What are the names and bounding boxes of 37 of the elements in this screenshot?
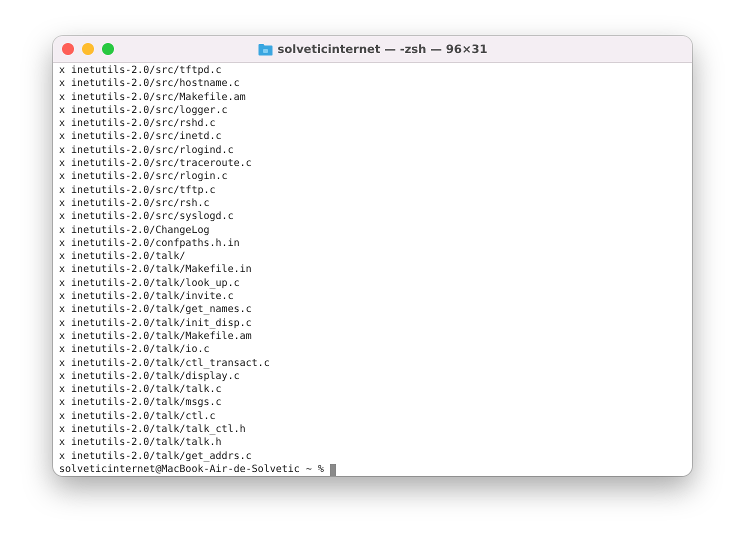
shell-prompt: solveticinternet@MacBook-Air-de-Solvetic ~ % [59,462,324,476]
output-line: x inetutils-2.0/confpaths.h.in [59,236,241,250]
output-line: x inetutils-2.0/talk/Makefile.am [59,330,253,344]
output-line: x inetutils-2.0/src/inetd.c [59,130,223,144]
output-line: x inetutils-2.0/talk/ctl.c [59,410,217,424]
output-line: x inetutils-2.0/talk/invite.c [59,290,235,304]
output-line: x inetutils-2.0/talk/ctl_transact.c [59,356,271,370]
output-line: x inetutils-2.0/src/rsh.c [59,196,211,210]
output-line: x inetutils-2.0/src/hostname.c [59,77,241,91]
output-line: x inetutils-2.0/src/rshd.c [59,117,217,130]
output-line: x inetutils-2.0/talk/init_disp.c [59,316,253,330]
output-line: x inetutils-2.0/talk/look_up.c [59,276,241,290]
output-line: x inetutils-2.0/talk/get_names.c [59,303,253,317]
output-line: x inetutils-2.0/talk/Makefile.in [59,263,253,277]
output-line: x inetutils-2.0/src/Makefile.am [59,90,247,104]
output-line: x inetutils-2.0/talk/talk_ctl.h [59,423,247,436]
window-control-button[interactable] [62,43,74,55]
folder-icon [258,42,272,56]
output-line: x inetutils-2.0/talk/ [59,250,186,264]
window-control-button[interactable] [102,43,114,55]
output-line: x inetutils-2.0/talk/talk.c [59,383,223,396]
output-line: x inetutils-2.0/talk/io.c [59,343,211,357]
output-line: x inetutils-2.0/src/rlogin.c [59,170,229,184]
output-line: x inetutils-2.0/src/tftp.c [59,184,217,197]
output-line: x inetutils-2.0/talk/get_addrs.c [59,450,253,463]
output-line: x inetutils-2.0/talk/talk.h [59,436,223,450]
output-line: x inetutils-2.0/talk/display.c [59,370,241,384]
output-line: x inetutils-2.0/src/syslogd.c [59,210,235,224]
window-control-button[interactable] [82,43,94,55]
output-line: x inetutils-2.0/src/logger.c [59,104,229,118]
output-line: x inetutils-2.0/talk/msgs.c [59,396,223,410]
output-line: x inetutils-2.0/src/traceroute.c [59,157,253,170]
output-line: x inetutils-2.0/ChangeLog [59,224,211,237]
window-title: solveticinternet — -zsh — 96×31 [278,42,488,56]
text-cursor [330,464,336,476]
output-line: x inetutils-2.0/src/rlogind.c [59,144,235,158]
output-line: x inetutils-2.0/src/tftpd.c [59,64,223,78]
